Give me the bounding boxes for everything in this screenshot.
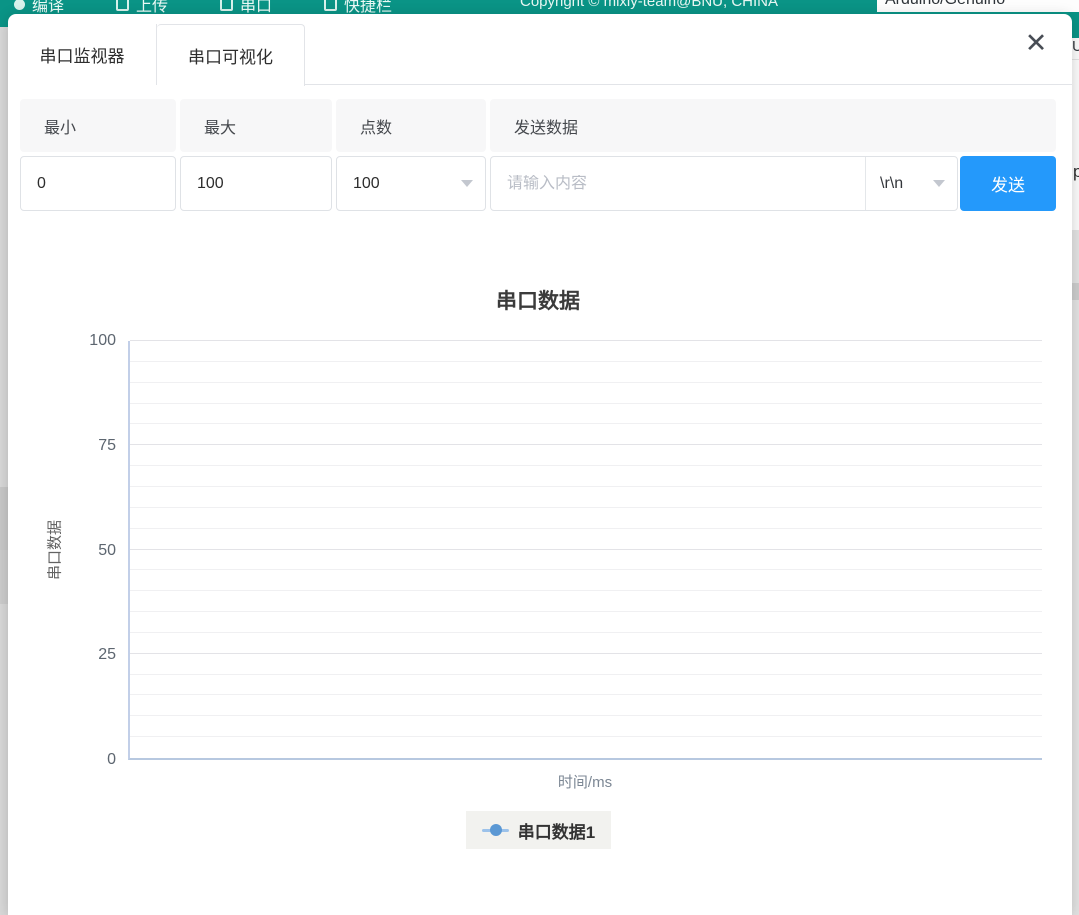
gridline — [130, 611, 1042, 612]
chart-title: 串口数据 — [8, 285, 1068, 315]
board-selector-label: Arduino/Genuino — [885, 0, 1005, 9]
chevron-down-icon — [461, 180, 473, 187]
line-ending-select[interactable]: \r\n — [865, 157, 957, 210]
min-header: 最小 — [20, 99, 176, 152]
gridline — [130, 403, 1042, 404]
y-tick-label: 0 — [107, 751, 116, 769]
line-ending-value: \r\n — [880, 175, 903, 193]
y-tick-label: 75 — [98, 437, 116, 455]
serial-dialog: ✕ 串口监视器 串口可视化 最小 最大 点数 发送数据 — [8, 14, 1072, 915]
gridline — [130, 340, 1042, 341]
upload-icon — [116, 0, 129, 11]
quickbar-icon — [324, 0, 337, 11]
settings-form: 最小 最大 点数 发送数据 \r\n — [20, 99, 1060, 211]
legend-label: 串口数据1 — [518, 818, 595, 843]
compile-icon — [14, 0, 25, 10]
tab-serial-monitor[interactable]: 串口监视器 — [8, 24, 157, 85]
x-axis-label: 时间/ms — [128, 771, 1042, 792]
gridline — [130, 694, 1042, 695]
gridline — [130, 569, 1042, 570]
clipped-text-mid: p — [1073, 162, 1079, 182]
y-axis-label: 串口数据 — [44, 520, 65, 580]
gridline — [130, 382, 1042, 383]
min-field-box — [20, 156, 176, 211]
send-data-header: 发送数据 — [490, 99, 1056, 152]
workspace-right-edge: U p — [1072, 12, 1079, 915]
points-input[interactable] — [353, 175, 461, 193]
gridline — [130, 444, 1042, 445]
y-tick-label: 25 — [98, 646, 116, 664]
gridline — [130, 361, 1042, 362]
points-select[interactable] — [336, 156, 486, 211]
copyright-text: Copyright © mixly-team@BNU, CHINA — [520, 0, 778, 10]
gridline — [130, 549, 1042, 550]
dialog-tabs: 串口监视器 串口可视化 — [8, 24, 1072, 85]
gridline — [130, 715, 1042, 716]
legend-item-series1[interactable]: 串口数据1 — [466, 811, 611, 849]
gridline — [130, 653, 1042, 654]
gridline — [130, 590, 1042, 591]
max-header: 最大 — [180, 99, 332, 152]
send-data-group: \r\n 发送 — [490, 156, 1056, 211]
send-button[interactable]: 发送 — [960, 156, 1056, 211]
max-input[interactable] — [197, 175, 319, 193]
max-field-box — [180, 156, 332, 211]
min-input[interactable] — [37, 175, 163, 193]
gridline — [130, 632, 1042, 633]
gridline — [130, 528, 1042, 529]
gridline — [130, 674, 1042, 675]
workspace-left-edge — [0, 27, 8, 915]
gridline — [130, 465, 1042, 466]
line-dot-marker-icon — [482, 824, 509, 836]
y-tick-label: 50 — [98, 542, 116, 560]
gridline — [130, 736, 1042, 737]
y-tick-label: 100 — [89, 332, 116, 350]
gridline — [130, 423, 1042, 424]
clipped-text-top: U — [1072, 38, 1079, 55]
plot-area — [128, 341, 1042, 760]
serial-icon — [220, 0, 233, 11]
gridline — [130, 486, 1042, 487]
gridline — [130, 507, 1042, 508]
tab-serial-visualization[interactable]: 串口可视化 — [157, 24, 305, 86]
board-selector[interactable]: Arduino/Genuino — [877, 0, 1079, 12]
points-header: 点数 — [336, 99, 486, 152]
chevron-down-icon — [933, 180, 945, 187]
send-content-input[interactable] — [507, 175, 849, 193]
